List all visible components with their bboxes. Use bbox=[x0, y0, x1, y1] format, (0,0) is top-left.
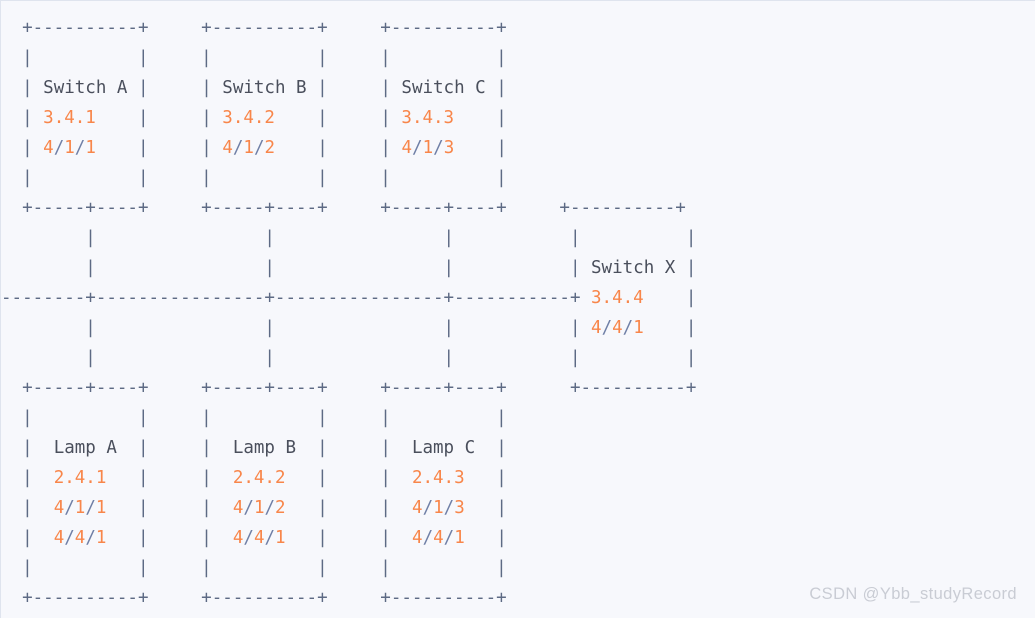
csdn-watermark: CSDN @Ybb_studyRecord bbox=[809, 585, 1017, 603]
ascii-art-canvas: +----------+ +----------+ +----------+ |… bbox=[1, 18, 697, 608]
ascii-diagram-code-block: +----------+ +----------+ +----------+ |… bbox=[0, 0, 1035, 618]
